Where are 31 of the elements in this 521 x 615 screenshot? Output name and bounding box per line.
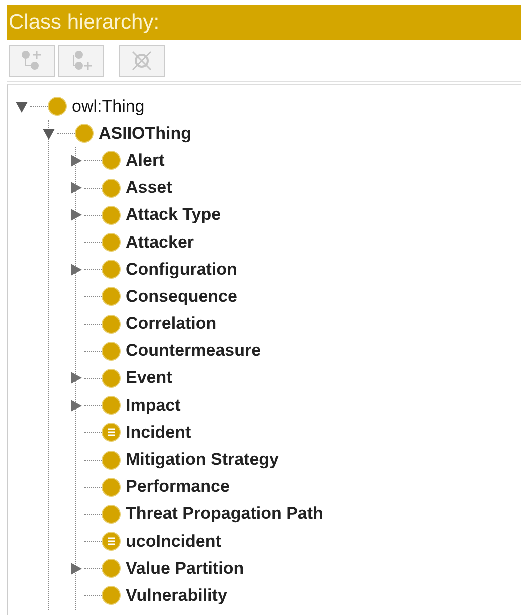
class-label[interactable]: Consequence: [126, 286, 238, 307]
class-label[interactable]: Performance: [126, 477, 230, 498]
class-label[interactable]: Countermeasure: [126, 341, 262, 362]
collapsed-arrow-icon[interactable]: [70, 372, 82, 384]
collapsed-arrow-icon[interactable]: [70, 182, 82, 194]
class-label[interactable]: Attacker: [126, 232, 194, 253]
collapsed-arrow-icon[interactable]: [70, 209, 82, 222]
class-label[interactable]: Configuration: [126, 260, 238, 280]
class-label[interactable]: Asset: [126, 178, 172, 198]
class-label[interactable]: Event: [126, 368, 172, 388]
delete-icon: [130, 49, 154, 73]
class-label[interactable]: Mitigation Strategy: [126, 450, 280, 470]
add-subclass-icon: [20, 49, 44, 73]
class-label[interactable]: Attack Type: [126, 205, 222, 226]
collapsed-arrow-icon[interactable]: [70, 154, 82, 167]
expanded-arrow-icon[interactable]: [43, 128, 55, 140]
class-label[interactable]: Vulnerability: [126, 586, 228, 606]
collapsed-arrow-icon[interactable]: [70, 264, 82, 276]
class-label[interactable]: Value Partition: [126, 558, 244, 579]
class-label[interactable]: owl:Thing: [72, 96, 145, 117]
panel-title-bar: Class hierarchy:: [7, 5, 521, 40]
expanded-arrow-icon[interactable]: [16, 100, 28, 113]
collapsed-arrow-icon[interactable]: [70, 562, 82, 575]
class-label[interactable]: Alert: [126, 150, 165, 171]
class-label[interactable]: ucoIncident: [126, 532, 222, 552]
class-label[interactable]: Correlation: [126, 314, 217, 334]
class-label[interactable]: ASIIOThing: [99, 124, 192, 144]
class-label[interactable]: Impact: [126, 396, 181, 416]
class-label[interactable]: Incident: [126, 422, 192, 443]
class-label[interactable]: Threat Propagation Path: [126, 504, 324, 524]
collapsed-arrow-icon[interactable]: [70, 400, 82, 412]
